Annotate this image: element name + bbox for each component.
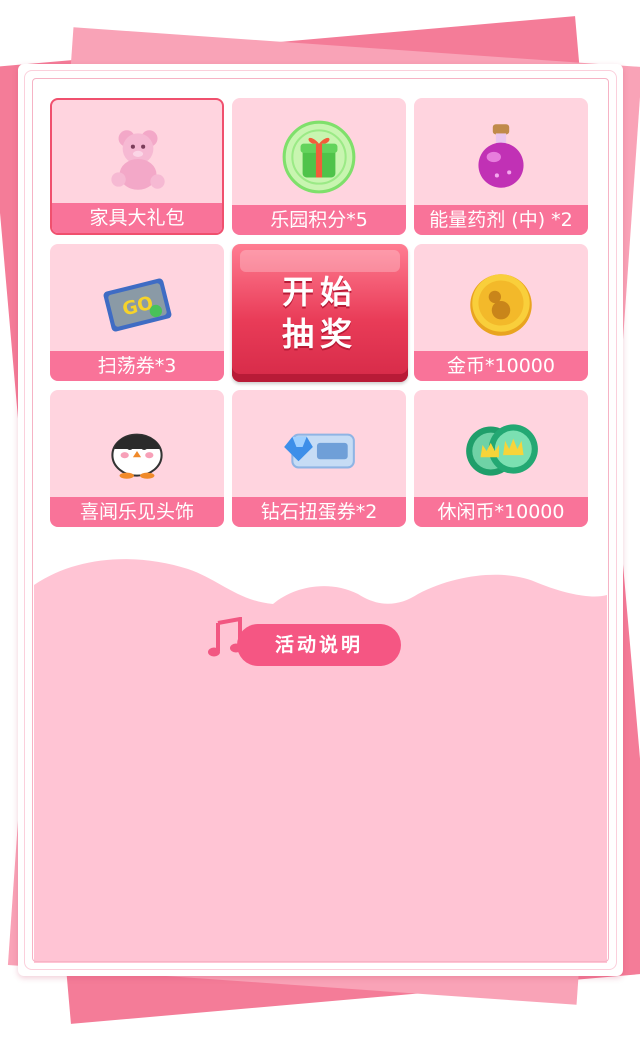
prize-cell-park-points[interactable]: 乐园积分*5 [232,98,406,235]
gold-coin-icon [470,274,532,336]
diamond-ticket-icon [284,433,355,469]
prize-label: 扫荡券*3 [50,351,224,381]
penguin-hat-icon [111,433,163,479]
prize-cell-leisure-coin[interactable]: 休闲币*10000 [414,390,588,527]
prize-cell-gold-coin[interactable]: 金币*10000 [414,244,588,381]
prize-label: 能量药剂 (中) *2 [414,205,588,235]
prize-cell-diamond-ticket[interactable]: 钻石扭蛋券*2 [232,390,406,527]
prize-cell-sweep-ticket[interactable]: GO 扫荡券*3 [50,244,224,381]
start-button-line2: 抽奖 [281,315,358,353]
activity-rules-button[interactable]: 活动说明 [237,624,401,666]
prize-cell-potion[interactable]: 能量药剂 (中) *2 [414,98,588,235]
prize-cell-furniture[interactable]: 家具大礼包 [50,98,224,235]
gift-box-icon [282,120,356,194]
prize-grid: 家具大礼包 乐园积分*5 能量药剂 (中) *2 GO 扫荡券*3 开始 抽奖 … [50,98,590,528]
prize-label: 家具大礼包 [52,203,222,233]
prize-label: 乐园积分*5 [232,205,406,235]
prize-label: 金币*10000 [414,351,588,381]
prize-label: 钻石扭蛋券*2 [232,497,406,527]
start-button-line1: 开始 [281,273,358,311]
prize-cell-headwear[interactable]: 喜闻乐见头饰 [50,390,224,527]
teddy-bear-icon [111,130,165,190]
potion-icon [478,124,524,188]
prize-label: 休闲币*10000 [414,497,588,527]
lottery-panel: 家具大礼包 乐园积分*5 能量药剂 (中) *2 GO 扫荡券*3 开始 抽奖 … [18,64,623,976]
activity-description-section [18,559,623,976]
leisure-coin-icon [466,424,538,476]
prize-label: 喜闻乐见头饰 [50,497,224,527]
description-body [34,619,607,963]
go-ticket-icon: GO [103,278,172,332]
start-draw-button[interactable]: 开始 抽奖 [232,244,408,382]
